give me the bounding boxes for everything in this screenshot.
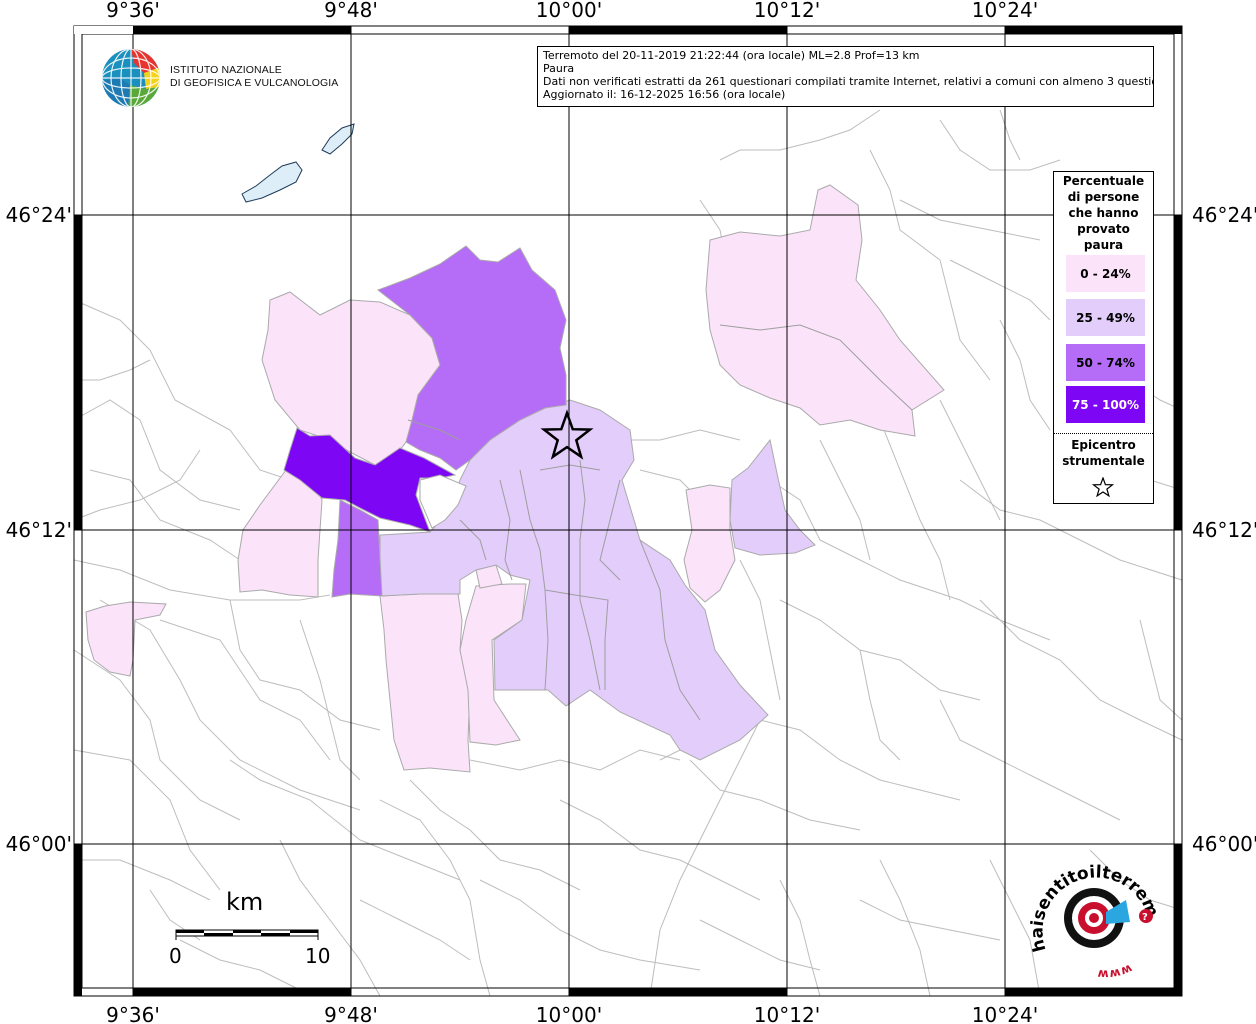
lon-label: 10°00' <box>536 0 602 22</box>
lon-label: 10°12' <box>754 1003 820 1024</box>
lon-labels-bottom: 9°36' 9°48' 10°00' 10°12' 10°24' <box>106 1003 1038 1024</box>
ingv-globe-icon <box>102 49 160 107</box>
legend-item-class4: 75 - 100% <box>1066 386 1145 423</box>
lon-label: 10°24' <box>972 1003 1038 1024</box>
legend-item-class1: 0 - 24% <box>1066 255 1145 292</box>
ingv-name-line1: ISTITUTO NAZIONALE <box>170 64 282 76</box>
lat-label: 46°24' <box>1192 203 1256 227</box>
event-info-line4: Aggiornato il: 16-12-2025 16:56 (ora loc… <box>543 88 786 101</box>
lat-label: 46°00' <box>6 832 72 856</box>
svg-text:?: ? <box>1142 912 1148 923</box>
event-info-line3: Dati non verificati estratti da 261 ques… <box>543 75 1154 88</box>
legend-title-line: che hanno <box>1068 206 1139 220</box>
legend-epicentre-line2: strumentale <box>1062 454 1145 468</box>
legend-star-icon <box>1092 477 1114 497</box>
ingv-name-line2: DI GEOFISICA E VULCANOLOGIA <box>170 77 339 89</box>
lon-label: 10°12' <box>754 0 820 22</box>
legend-item-class3: 50 - 74% <box>1066 344 1145 381</box>
lon-label: 9°48' <box>324 0 378 22</box>
legend-epicentre-label: Epicentro strumentale <box>1054 437 1153 469</box>
lat-label: 46°00' <box>1192 832 1256 856</box>
scale-title: km <box>226 888 264 916</box>
ingv-name: ISTITUTO NAZIONALE DI GEOFISICA E VULCAN… <box>170 64 338 90</box>
scale-max-label: 10 <box>305 944 331 968</box>
legend-title: Percentuale di persone che hanno provato… <box>1054 173 1153 253</box>
hsit-logo-icon: haisentitoilterremoto.it www. ? <box>1030 860 1162 980</box>
lon-label: 9°36' <box>106 0 160 22</box>
lat-label: 46°12' <box>6 518 72 542</box>
lon-labels-top: 9°36' 9°48' 10°00' 10°12' 10°24' <box>106 0 1038 22</box>
lat-label: 46°12' <box>1192 518 1256 542</box>
legend-title-line: provato <box>1077 222 1130 236</box>
legend: Percentuale di persone che hanno provato… <box>1053 171 1154 504</box>
lat-labels-right: 46°24' 46°12' 46°00' <box>1192 203 1256 856</box>
legend-epicentre-line1: Epicentro <box>1071 438 1136 452</box>
legend-title-line: Percentuale <box>1062 174 1145 188</box>
legend-separator <box>1054 433 1153 434</box>
event-info-box: Terremoto del 20-11-2019 21:22:44 (ora l… <box>537 46 1154 107</box>
lon-label: 9°48' <box>324 1003 378 1024</box>
event-info-line1: Terremoto del 20-11-2019 21:22:44 (ora l… <box>543 49 920 62</box>
scale-min-label: 0 <box>169 944 182 968</box>
legend-item-class2: 25 - 49% <box>1066 299 1145 336</box>
lat-labels-left: 46°24' 46°12' 46°00' <box>6 203 72 856</box>
legend-title-line: di persone <box>1067 190 1140 204</box>
lon-label: 10°00' <box>536 1003 602 1024</box>
lon-label: 10°24' <box>972 0 1038 22</box>
lon-label: 9°36' <box>106 1003 160 1024</box>
lat-label: 46°24' <box>6 203 72 227</box>
legend-title-line: paura <box>1083 238 1124 252</box>
event-info-line2: Paura <box>543 62 575 75</box>
